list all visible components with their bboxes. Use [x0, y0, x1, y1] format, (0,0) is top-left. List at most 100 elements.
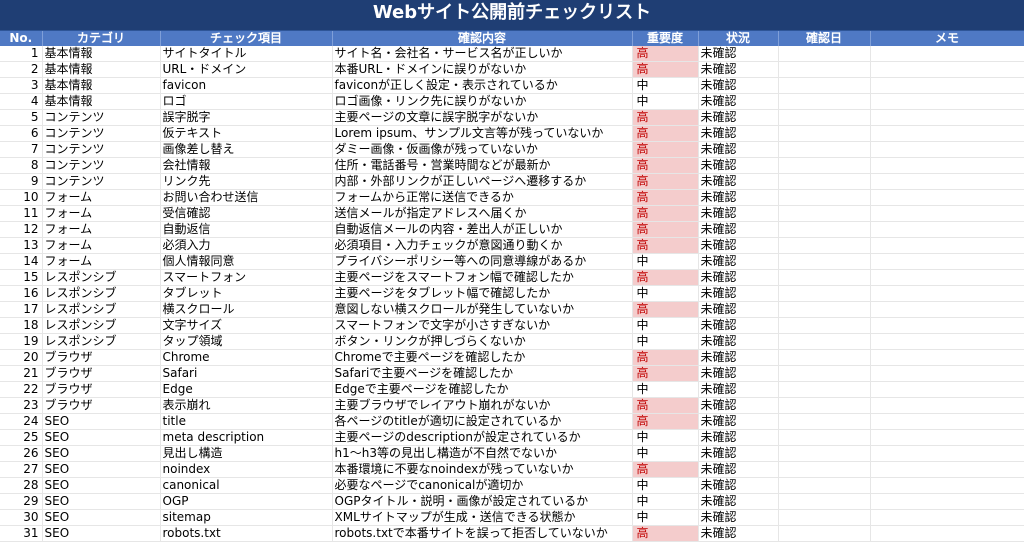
- cell-content[interactable]: 必要なページでcanonicalが適切か: [332, 477, 633, 494]
- cell-status[interactable]: 未確認: [698, 77, 779, 94]
- cell-date[interactable]: [778, 381, 871, 398]
- cell-content[interactable]: 主要ページをスマートフォン幅で確認したか: [332, 269, 633, 286]
- cell-no[interactable]: 22: [0, 381, 43, 398]
- cell-category[interactable]: フォーム: [42, 189, 161, 206]
- cell-importance[interactable]: 高: [632, 125, 699, 142]
- cell-content[interactable]: XMLサイトマップが生成・送信できる状態か: [332, 509, 633, 526]
- cell-memo[interactable]: [870, 253, 1024, 270]
- cell-category[interactable]: フォーム: [42, 237, 161, 254]
- cell-content[interactable]: robots.txtで本番サイトを誤って拒否していないか: [332, 525, 633, 542]
- cell-check-item[interactable]: 横スクロール: [160, 301, 333, 318]
- cell-memo[interactable]: [870, 381, 1024, 398]
- cell-no[interactable]: 12: [0, 221, 43, 238]
- cell-date[interactable]: [778, 125, 871, 142]
- header-category[interactable]: カテゴリ: [42, 31, 161, 46]
- cell-category[interactable]: SEO: [42, 429, 161, 446]
- cell-content[interactable]: 意図しない横スクロールが発生していないか: [332, 301, 633, 318]
- cell-no[interactable]: 24: [0, 413, 43, 430]
- cell-check-item[interactable]: URL・ドメイン: [160, 61, 333, 78]
- cell-category[interactable]: 基本情報: [42, 61, 161, 78]
- cell-check-item[interactable]: 会社情報: [160, 157, 333, 174]
- cell-importance[interactable]: 中: [632, 509, 699, 526]
- cell-check-item[interactable]: canonical: [160, 477, 333, 494]
- cell-importance[interactable]: 中: [632, 285, 699, 302]
- cell-content[interactable]: サイト名・会社名・サービス名が正しいか: [332, 46, 633, 62]
- cell-check-item[interactable]: OGP: [160, 493, 333, 510]
- cell-date[interactable]: [778, 46, 871, 62]
- cell-no[interactable]: 23: [0, 397, 43, 414]
- cell-importance[interactable]: 高: [632, 189, 699, 206]
- cell-importance[interactable]: 高: [632, 61, 699, 78]
- cell-memo[interactable]: [870, 157, 1024, 174]
- cell-date[interactable]: [778, 477, 871, 494]
- cell-category[interactable]: レスポンシブ: [42, 301, 161, 318]
- cell-memo[interactable]: [870, 237, 1024, 254]
- header-importance[interactable]: 重要度: [632, 31, 699, 46]
- cell-status[interactable]: 未確認: [698, 46, 779, 62]
- cell-date[interactable]: [778, 61, 871, 78]
- cell-date[interactable]: [778, 333, 871, 350]
- cell-no[interactable]: 27: [0, 461, 43, 478]
- cell-content[interactable]: プライバシーポリシー等への同意導線があるか: [332, 253, 633, 270]
- cell-check-item[interactable]: サイトタイトル: [160, 46, 333, 62]
- cell-importance[interactable]: 高: [632, 525, 699, 542]
- cell-status[interactable]: 未確認: [698, 461, 779, 478]
- cell-check-item[interactable]: タブレット: [160, 285, 333, 302]
- cell-category[interactable]: フォーム: [42, 205, 161, 222]
- cell-check-item[interactable]: Edge: [160, 381, 333, 398]
- cell-no[interactable]: 17: [0, 301, 43, 318]
- cell-date[interactable]: [778, 221, 871, 238]
- cell-content[interactable]: フォームから正常に送信できるか: [332, 189, 633, 206]
- cell-memo[interactable]: [870, 477, 1024, 494]
- cell-category[interactable]: SEO: [42, 493, 161, 510]
- cell-check-item[interactable]: リンク先: [160, 173, 333, 190]
- cell-importance[interactable]: 中: [632, 77, 699, 94]
- cell-status[interactable]: 未確認: [698, 157, 779, 174]
- cell-memo[interactable]: [870, 365, 1024, 382]
- cell-category[interactable]: 基本情報: [42, 77, 161, 94]
- cell-no[interactable]: 21: [0, 365, 43, 382]
- cell-no[interactable]: 6: [0, 125, 43, 142]
- cell-importance[interactable]: 高: [632, 461, 699, 478]
- cell-content[interactable]: Lorem ipsum、サンプル文言等が残っていないか: [332, 125, 633, 142]
- cell-importance[interactable]: 高: [632, 397, 699, 414]
- cell-content[interactable]: スマートフォンで文字が小さすぎないか: [332, 317, 633, 334]
- cell-status[interactable]: 未確認: [698, 301, 779, 318]
- cell-check-item[interactable]: 文字サイズ: [160, 317, 333, 334]
- cell-content[interactable]: 本番環境に不要なnoindexが残っていないか: [332, 461, 633, 478]
- cell-category[interactable]: コンテンツ: [42, 109, 161, 126]
- cell-date[interactable]: [778, 93, 871, 110]
- cell-check-item[interactable]: 必須入力: [160, 237, 333, 254]
- cell-memo[interactable]: [870, 429, 1024, 446]
- cell-category[interactable]: コンテンツ: [42, 125, 161, 142]
- cell-date[interactable]: [778, 397, 871, 414]
- cell-date[interactable]: [778, 269, 871, 286]
- cell-check-item[interactable]: favicon: [160, 77, 333, 94]
- cell-category[interactable]: SEO: [42, 413, 161, 430]
- cell-memo[interactable]: [870, 461, 1024, 478]
- cell-content[interactable]: ダミー画像・仮画像が残っていないか: [332, 141, 633, 158]
- cell-date[interactable]: [778, 237, 871, 254]
- cell-check-item[interactable]: Chrome: [160, 349, 333, 366]
- cell-memo[interactable]: [870, 221, 1024, 238]
- cell-date[interactable]: [778, 429, 871, 446]
- cell-category[interactable]: コンテンツ: [42, 157, 161, 174]
- cell-status[interactable]: 未確認: [698, 493, 779, 510]
- cell-content[interactable]: 各ページのtitleが適切に設定されているか: [332, 413, 633, 430]
- cell-importance[interactable]: 中: [632, 429, 699, 446]
- cell-category[interactable]: SEO: [42, 525, 161, 542]
- cell-status[interactable]: 未確認: [698, 349, 779, 366]
- cell-importance[interactable]: 中: [632, 493, 699, 510]
- cell-category[interactable]: SEO: [42, 461, 161, 478]
- cell-check-item[interactable]: noindex: [160, 461, 333, 478]
- cell-check-item[interactable]: sitemap: [160, 509, 333, 526]
- cell-memo[interactable]: [870, 397, 1024, 414]
- cell-date[interactable]: [778, 509, 871, 526]
- cell-content[interactable]: ボタン・リンクが押しづらくないか: [332, 333, 633, 350]
- cell-content[interactable]: faviconが正しく設定・表示されているか: [332, 77, 633, 94]
- cell-category[interactable]: コンテンツ: [42, 173, 161, 190]
- cell-check-item[interactable]: meta description: [160, 429, 333, 446]
- cell-memo[interactable]: [870, 109, 1024, 126]
- cell-no[interactable]: 15: [0, 269, 43, 286]
- cell-category[interactable]: レスポンシブ: [42, 285, 161, 302]
